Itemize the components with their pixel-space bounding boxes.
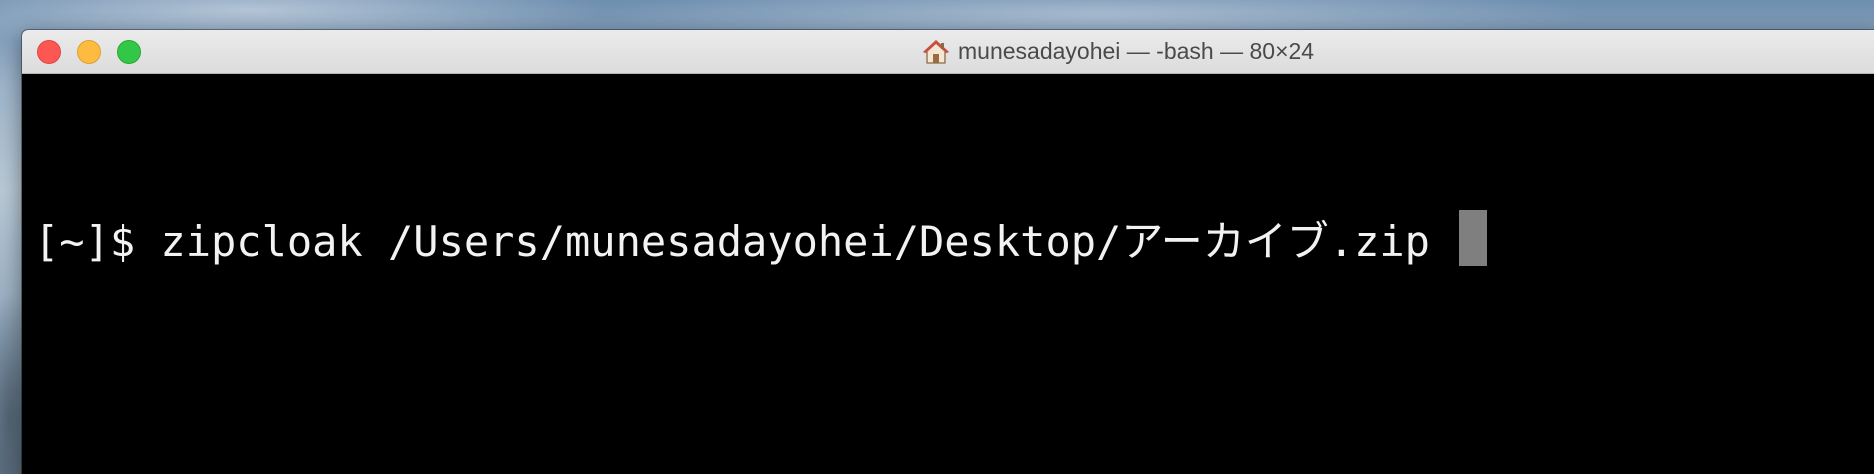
- close-button[interactable]: [37, 40, 61, 64]
- terminal-output[interactable]: [~]$ zipcloak /Users/munesadayohei/Deskt…: [22, 74, 1874, 474]
- command-text: [~]$ zipcloak /Users/munesadayohei/Deskt…: [34, 216, 1456, 266]
- text-cursor: [1459, 210, 1488, 266]
- zoom-button[interactable]: [117, 40, 141, 64]
- window-title-area: munesadayohei — -bash — 80×24: [922, 30, 1314, 73]
- title-bar[interactable]: munesadayohei — -bash — 80×24: [22, 30, 1874, 74]
- window-title: munesadayohei — -bash — 80×24: [958, 38, 1315, 64]
- minimize-button[interactable]: [77, 40, 101, 64]
- command-line: [~]$ zipcloak /Users/munesadayohei/Deskt…: [34, 210, 1488, 266]
- home-icon: [922, 38, 950, 66]
- terminal-window[interactable]: munesadayohei — -bash — 80×24 [~]$ zipcl…: [22, 30, 1874, 474]
